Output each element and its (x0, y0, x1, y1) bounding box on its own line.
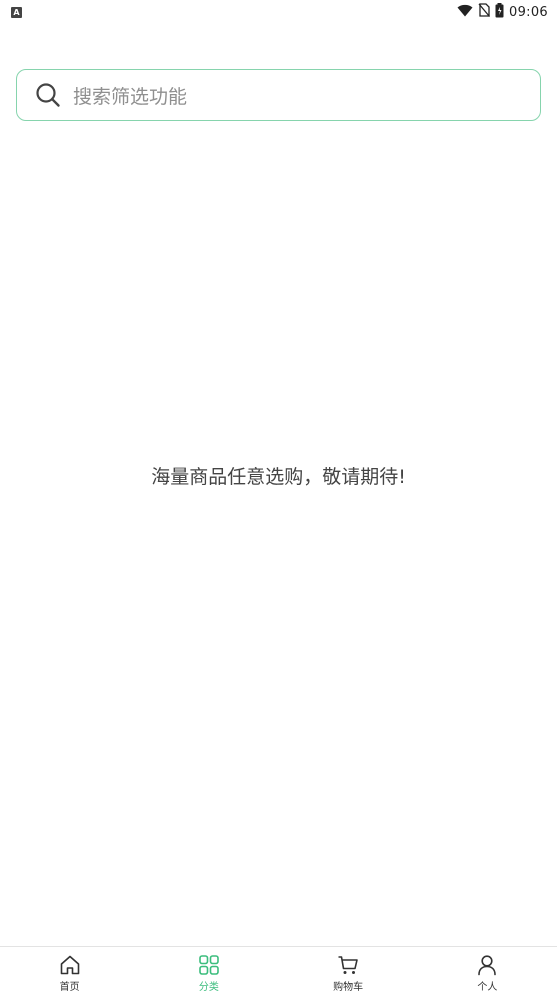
person-icon (476, 954, 498, 976)
search-icon (35, 82, 61, 108)
nav-item-category[interactable]: 分类 (139, 947, 278, 994)
status-time: 09:06 (509, 4, 548, 20)
home-icon (59, 954, 81, 976)
nav-label-profile: 个人 (477, 982, 498, 993)
notification-a-icon: A (11, 6, 22, 18)
battery-icon (495, 2, 504, 22)
no-sim-icon (478, 3, 491, 21)
wifi-icon (457, 4, 473, 21)
bottom-nav: 首页 分类 购物车 个人 (0, 946, 557, 994)
status-left: A (11, 6, 22, 18)
nav-item-cart[interactable]: 购物车 (279, 947, 418, 994)
nav-label-cart: 购物车 (333, 982, 364, 993)
search-input[interactable]: 搜索筛选功能 (16, 69, 541, 121)
coming-soon-message: 海量商品任意选购，敬请期待! (151, 466, 406, 488)
nav-item-profile[interactable]: 个人 (418, 947, 557, 994)
search-placeholder: 搜索筛选功能 (73, 85, 188, 108)
nav-item-home[interactable]: 首页 (0, 947, 139, 994)
grid-icon (198, 954, 220, 976)
screen: A 09:06 搜索筛选功能 海量商品任意选购，敬请期待! 首页 分类 购物车 … (0, 0, 557, 994)
nav-label-home: 首页 (59, 982, 80, 993)
status-bar: A 09:06 (0, 0, 557, 24)
cart-icon (337, 954, 359, 976)
nav-label-category: 分类 (198, 982, 219, 993)
status-right: 09:06 (457, 2, 548, 22)
